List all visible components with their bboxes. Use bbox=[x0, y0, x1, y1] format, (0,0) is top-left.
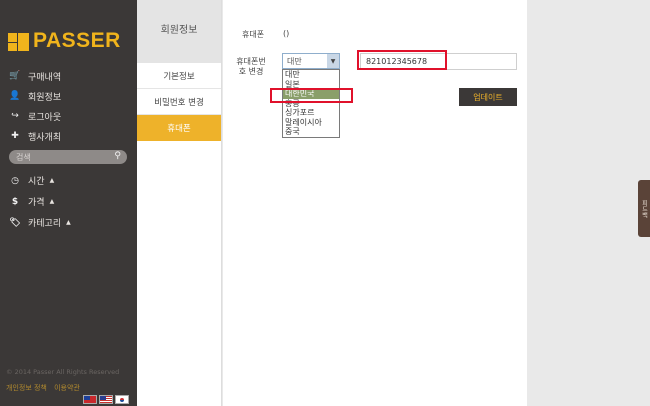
user-icon: 👤 bbox=[9, 91, 21, 101]
caret-up-icon: ▲ bbox=[49, 198, 55, 205]
privacy-policy-link[interactable]: 개인정보 정책 bbox=[6, 384, 47, 392]
filter-label: 카테고리 bbox=[28, 219, 62, 229]
country-option[interactable]: 말레이시아 bbox=[283, 118, 339, 128]
caret-up-icon: ▲ bbox=[66, 219, 71, 226]
us-flag-icon[interactable] bbox=[99, 395, 113, 404]
search-box: ⚲ bbox=[9, 150, 127, 164]
nav-item-label: 구매내역 bbox=[28, 72, 62, 83]
submenu-item-phone[interactable]: 휴대폰 bbox=[137, 115, 221, 141]
nav-item-label: 로그아웃 bbox=[28, 112, 62, 123]
right-background bbox=[527, 0, 650, 406]
search-input[interactable] bbox=[9, 150, 109, 164]
nav-item-label: 행사개최 bbox=[28, 132, 62, 143]
nav-item-host-event[interactable]: ✚ 행사개최 bbox=[9, 126, 61, 146]
nav-item-logout[interactable]: ↪ 로그아웃 bbox=[9, 106, 61, 126]
member-submenu: 회원정보 기본정보 비밀번호 변경 휴대폰 bbox=[137, 0, 222, 406]
filter-time[interactable]: ◷ 시간 ▲ bbox=[9, 170, 71, 191]
filter-list: ◷ 시간 ▲ $ 가격 ▲ 🏷 카테고리 ▲ bbox=[9, 170, 71, 233]
country-select[interactable]: 대만 ▼ bbox=[282, 53, 340, 69]
highlight-box-selected-option bbox=[270, 88, 353, 103]
language-flags bbox=[83, 395, 129, 404]
country-option[interactable]: 싱가포르 bbox=[283, 108, 339, 118]
nav-item-label: 회원정보 bbox=[28, 92, 62, 103]
submenu-item-basic-info[interactable]: 기본정보 bbox=[137, 63, 221, 89]
logo-mark-icon bbox=[8, 31, 30, 51]
footer-links: 개인정보 정책 이용약관 bbox=[6, 383, 85, 393]
phone-value: () bbox=[283, 29, 290, 38]
nav-item-member-info[interactable]: 👤 회원정보 bbox=[9, 86, 61, 106]
copyright-text: © 2014 Passer All Rights Reserved bbox=[6, 368, 120, 376]
sidebar: PASSER 🛒 구매내역 👤 회원정보 ↪ 로그아웃 ✚ 행사개최 ⚲ ◷ 시… bbox=[0, 0, 137, 406]
phone-label: 휴대폰 bbox=[242, 30, 265, 39]
dollar-icon: $ bbox=[11, 196, 19, 207]
nav-item-purchases[interactable]: 🛒 구매내역 bbox=[9, 66, 61, 86]
korea-flag-icon[interactable] bbox=[115, 395, 129, 404]
country-dropdown: 대만 일본 대한민국 홍콩 싱가포르 말레이시아 중국 bbox=[282, 69, 340, 138]
main-content: 휴대폰 () 휴대폰번호 변경 대만 ▼ 대만 일본 대한민국 홍콩 싱가포르 … bbox=[223, 0, 527, 406]
cart-icon: 🛒 bbox=[9, 71, 21, 81]
filter-label: 가격 bbox=[28, 198, 45, 208]
terms-link[interactable]: 이용약관 bbox=[54, 384, 80, 392]
passer-logo[interactable]: PASSER bbox=[8, 29, 121, 53]
chevron-down-icon[interactable]: ▼ bbox=[327, 54, 339, 68]
clock-icon: ◷ bbox=[11, 175, 19, 186]
logo-text: PASSER bbox=[33, 29, 121, 52]
taiwan-flag-icon[interactable] bbox=[83, 395, 97, 404]
filter-price[interactable]: $ 가격 ▲ bbox=[9, 191, 71, 212]
filter-label: 시간 bbox=[28, 177, 45, 187]
caret-up-icon: ▲ bbox=[49, 177, 55, 184]
submenu-item-change-password[interactable]: 비밀번호 변경 bbox=[137, 89, 221, 115]
submenu-title: 회원정보 bbox=[137, 0, 221, 63]
feedback-side-tab[interactable]: 피드백 bbox=[638, 180, 650, 237]
filter-category[interactable]: 🏷 카테고리 ▲ bbox=[9, 212, 71, 233]
country-option[interactable]: 대만 bbox=[283, 70, 339, 80]
country-select-value: 대만 bbox=[287, 57, 302, 66]
logout-icon: ↪ bbox=[11, 111, 19, 121]
country-option[interactable]: 중국 bbox=[283, 127, 339, 137]
tag-icon: 🏷 bbox=[9, 217, 21, 228]
change-phone-label: 휴대폰번호 변경 bbox=[236, 57, 266, 76]
sidebar-nav: 🛒 구매내역 👤 회원정보 ↪ 로그아웃 ✚ 행사개최 bbox=[9, 66, 61, 146]
update-button[interactable]: 업데이트 bbox=[459, 88, 517, 106]
search-icon[interactable]: ⚲ bbox=[114, 151, 121, 161]
highlight-box-phone-input bbox=[357, 50, 447, 70]
plus-icon: ✚ bbox=[11, 131, 19, 141]
